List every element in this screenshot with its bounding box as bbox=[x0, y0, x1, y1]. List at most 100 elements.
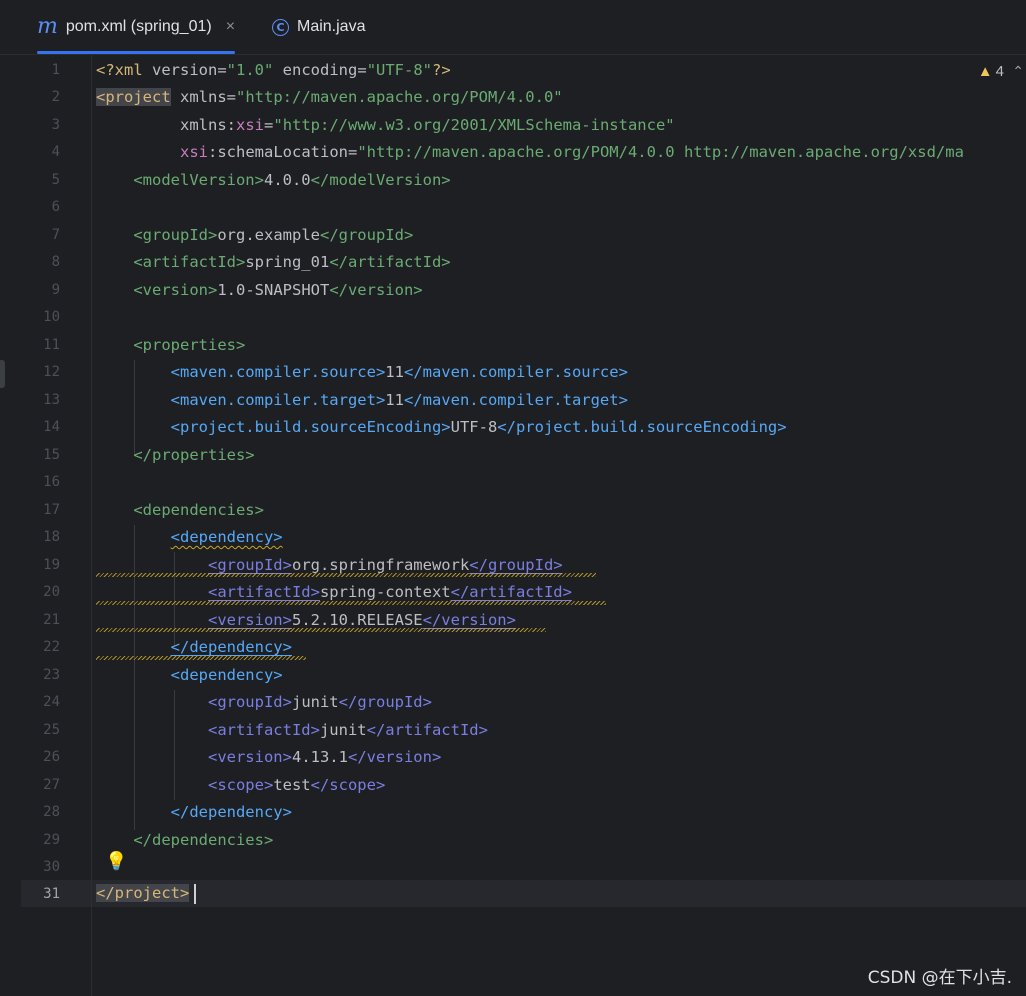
code-text-area[interactable]: <?xml version="1.0" encoding="UTF-8"?> <… bbox=[92, 55, 1026, 996]
line-number: 8 bbox=[51, 254, 60, 270]
xml-tag-project-close: </project> bbox=[96, 884, 190, 902]
xml-text: junit bbox=[319, 721, 367, 739]
line-number: 6 bbox=[51, 199, 60, 215]
maven-icon: m bbox=[37, 14, 58, 39]
xml-text: junit bbox=[291, 693, 339, 711]
chevron-up-icon[interactable]: ⌃ bbox=[1012, 63, 1024, 80]
xml-declaration-open: <?xml bbox=[96, 61, 152, 79]
xml-tag-open: <dependency> bbox=[170, 666, 283, 684]
xml-equals: = bbox=[357, 61, 367, 79]
xml-tag-open: <properties> bbox=[133, 336, 246, 354]
xml-tag-close: </modelVersion> bbox=[310, 171, 451, 189]
xml-tag-open: <artifactId> bbox=[133, 253, 246, 271]
xml-tag-open: <dependencies> bbox=[133, 501, 264, 519]
code-line: <version>4.13.1</version> bbox=[92, 744, 1026, 771]
xml-tag-close: </maven.compiler.source> bbox=[403, 363, 628, 381]
xml-tag-open: <maven.compiler.target> bbox=[170, 391, 386, 409]
xml-equals: = bbox=[264, 116, 274, 134]
code-line: <dependency> bbox=[92, 662, 1026, 689]
xml-attr: version bbox=[152, 61, 218, 79]
xml-namespace: xsi bbox=[180, 143, 208, 161]
xml-text: spring_01 bbox=[245, 253, 330, 271]
xml-text: 1.0-SNAPSHOT bbox=[217, 281, 330, 299]
close-icon[interactable]: × bbox=[226, 18, 235, 36]
tab-label: Main.java bbox=[297, 18, 366, 35]
line-number: 1 bbox=[51, 62, 60, 78]
code-editor[interactable]: 1 2 3 4 5 6 7 8 9 10 11 12 13 14 15 16 1… bbox=[0, 55, 1026, 996]
line-number: 11 bbox=[43, 337, 60, 353]
code-line: </dependency> bbox=[92, 799, 1026, 826]
xml-tag-close: </project.build.sourceEncoding> bbox=[497, 418, 787, 436]
warning-underline bbox=[96, 656, 306, 660]
text-caret bbox=[194, 884, 196, 904]
line-number: 24 bbox=[43, 694, 60, 710]
xml-attr: xmlns bbox=[180, 116, 227, 134]
xml-tag-open: <version> bbox=[133, 281, 218, 299]
xml-attr-value: "http://maven.apache.org/POM/4.0.0 http:… bbox=[357, 143, 964, 161]
line-number: 30 bbox=[43, 859, 60, 875]
code-line: <dependencies> bbox=[92, 497, 1026, 524]
xml-tag-close: </version> bbox=[329, 281, 423, 299]
xml-text: 5.2.10.RELEASE bbox=[291, 611, 423, 629]
xml-tag-close: </version> bbox=[422, 611, 516, 629]
line-number: 3 bbox=[51, 117, 60, 133]
xml-text: org.springframework bbox=[291, 556, 470, 574]
java-class-icon: C bbox=[272, 18, 289, 36]
line-number: 25 bbox=[43, 722, 60, 738]
xml-tag-close: </properties> bbox=[133, 446, 255, 464]
tool-window-marker[interactable] bbox=[0, 360, 5, 388]
line-number: 5 bbox=[51, 172, 60, 188]
tab-main-java[interactable]: C Main.java bbox=[272, 0, 365, 54]
xml-text: 11 bbox=[385, 391, 404, 409]
line-number: 22 bbox=[43, 639, 60, 655]
xml-declaration-close: ?> bbox=[432, 61, 451, 79]
xml-attr-value: "UTF-8" bbox=[366, 61, 433, 79]
xml-attr: xmlns bbox=[170, 88, 227, 106]
warning-icon: ▲ bbox=[977, 63, 993, 80]
line-number: 14 bbox=[43, 419, 60, 435]
xml-attr-value: "1.0" bbox=[226, 61, 274, 79]
tab-pom-xml[interactable]: m pom.xml (spring_01) × bbox=[37, 0, 236, 54]
code-line: xsi:schemaLocation="http://maven.apache.… bbox=[92, 139, 1026, 166]
line-number: 13 bbox=[43, 392, 60, 408]
inspection-widget[interactable]: ▲ 4 bbox=[978, 63, 1004, 80]
code-line: <version>1.0-SNAPSHOT</version> bbox=[92, 277, 1026, 304]
code-line: <groupId>org.example</groupId> bbox=[92, 222, 1026, 249]
code-line: <artifactId>junit</artifactId> bbox=[92, 717, 1026, 744]
warning-count: 4 bbox=[995, 63, 1004, 80]
line-number: 18 bbox=[43, 529, 60, 545]
editor-tab-bar: m pom.xml (spring_01) × C Main.java bbox=[0, 0, 1026, 55]
xml-tag-close: </artifactId> bbox=[366, 721, 488, 739]
line-number: 10 bbox=[43, 309, 60, 325]
xml-tag-open-warning[interactable]: <dependency> bbox=[171, 528, 283, 546]
line-number-gutter[interactable]: 1 2 3 4 5 6 7 8 9 10 11 12 13 14 15 16 1… bbox=[21, 55, 92, 996]
lightbulb-icon[interactable]: 💡 bbox=[105, 851, 127, 872]
xml-tag-close: </dependency> bbox=[170, 803, 292, 821]
xml-tag-close: </version> bbox=[347, 748, 442, 766]
code-line: <scope>test</scope> bbox=[92, 772, 1026, 799]
xml-tag-close: </dependencies> bbox=[133, 831, 274, 849]
watermark: CSDN @在下小吉. bbox=[867, 968, 1012, 988]
line-number: 17 bbox=[43, 502, 60, 518]
tab-label: pom.xml (spring_01) bbox=[65, 18, 212, 35]
xml-tag-close: </maven.compiler.target> bbox=[403, 391, 628, 409]
xml-text: 4.13.1 bbox=[291, 748, 348, 766]
line-number: 2 bbox=[51, 89, 60, 105]
line-number: 29 bbox=[43, 832, 60, 848]
xml-text: UTF-8 bbox=[450, 418, 498, 436]
xml-tag-open: <scope> bbox=[207, 776, 274, 794]
